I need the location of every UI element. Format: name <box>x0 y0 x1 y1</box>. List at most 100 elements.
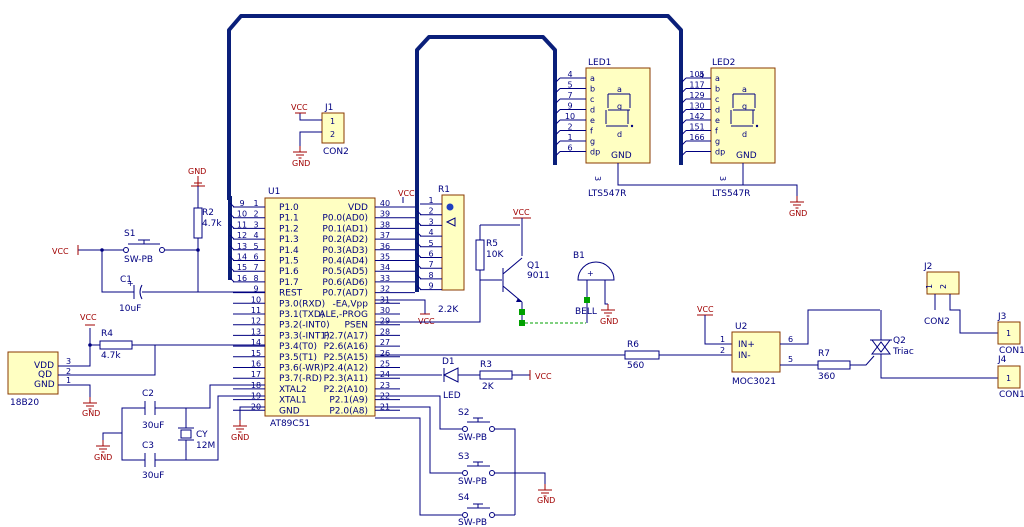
r4-value: 4.7k <box>101 351 121 361</box>
reset-circuit: GND R2 4.7k VCC S1 SW-PB + C1 10uF <box>52 167 265 314</box>
d1-value: LED <box>443 391 461 401</box>
u1-pin-num: 17 <box>251 370 261 379</box>
u1-pin-name: VDD <box>348 203 368 213</box>
u1-value: AT89C51 <box>270 419 310 429</box>
led-gnd-label: GND <box>789 209 807 218</box>
u1-pin-num: 38 <box>380 220 390 229</box>
j1-value: CON2 <box>323 147 349 157</box>
led1-pin-num: 10 <box>565 112 575 121</box>
ds18b20-gnd-label: GND <box>82 409 100 418</box>
led2-seg-label: c <box>715 95 719 104</box>
u1-pin-name: P1.2 <box>279 224 299 234</box>
led2-value: LTS547R <box>712 189 750 199</box>
j2-pin2: 2 <box>939 284 948 289</box>
r1-pin-num: 4 <box>428 228 433 237</box>
led1-gnd-label: GND <box>611 151 632 161</box>
r1-pin-num: 2 <box>428 207 433 216</box>
sw-gnd-label: GND <box>537 496 555 505</box>
u2-num1: 1 <box>720 335 725 344</box>
led1-ref: LED1 <box>588 58 611 68</box>
u1-pin-name: P1.4 <box>279 246 299 256</box>
led1-seg-label: d <box>590 106 595 115</box>
crystal-gnd-label: GND <box>94 453 112 462</box>
b1-value: BELL <box>575 307 597 317</box>
u1-pin-name: P1.3 <box>279 235 299 245</box>
d1-vcc-label: VCC <box>535 372 552 381</box>
r1-value: 2.2K <box>438 305 459 315</box>
ds18b20-pin-qd: QD <box>38 370 52 380</box>
led2-com-pin: 3 <box>718 176 727 181</box>
led1-digit-a: a <box>617 85 622 94</box>
s3-ref: S3 <box>458 452 469 462</box>
b1-ref: B1 <box>573 251 585 261</box>
b1-plus: + <box>587 269 594 278</box>
led1-seg-label: b <box>590 85 595 94</box>
u1-bus-num: 15 <box>237 263 247 272</box>
ds18b20-pin-gnd: GND <box>34 380 55 390</box>
s2-ref: S2 <box>458 408 469 418</box>
u1-pin-num: 13 <box>251 327 261 336</box>
u2-num6: 6 <box>788 335 793 344</box>
r7-ref: R7 <box>818 349 830 359</box>
u1-pin-name: P2.7(A17) <box>324 331 368 341</box>
led2-pin-num: 166 <box>689 133 704 142</box>
r2-ref: R2 <box>202 208 214 218</box>
q1-ref: Q1 <box>527 261 540 271</box>
r1-pin-num: 1 <box>428 196 433 205</box>
u1-pin-name: P2.1(A9) <box>329 396 368 406</box>
led1-pin-num: 2 <box>567 123 572 132</box>
ds18b20-value: 18B20 <box>10 398 39 408</box>
u1-pin-num: 1 <box>253 199 258 208</box>
cy-value: 12M <box>196 441 215 451</box>
triac-output: R6 560 VCC U2 MOC3021 IN+ IN- 1 2 6 5 R7… <box>375 262 1024 400</box>
u1-pin-num: 32 <box>380 285 390 294</box>
led1-digit-g: g <box>617 102 622 111</box>
led2-seg-label: dp <box>715 148 725 157</box>
u1-pin-name: P2.2(A10) <box>324 385 368 395</box>
led2-pin-num: 117 <box>689 81 704 90</box>
r1-pin-num: 5 <box>428 239 433 248</box>
j4-ref: J4 <box>997 355 1007 365</box>
c2-value: 30uF <box>142 421 164 431</box>
u1-vcc-label: VCC <box>398 189 415 198</box>
u1-pin-num: 10 <box>251 295 261 304</box>
u1-pin-num: 40 <box>380 199 390 208</box>
ds18b20-num3: 3 <box>66 357 71 366</box>
led2-seg-label: g <box>715 137 720 146</box>
led2-gnd-label: GND <box>736 151 757 161</box>
d1-ref: D1 <box>442 357 455 367</box>
r1-pin-num: 7 <box>428 260 433 269</box>
r1-pin-num: 3 <box>428 217 433 226</box>
led1-seg-label: g <box>590 137 595 146</box>
u1-pin-name: P1.1 <box>279 214 299 224</box>
led1-pin-num: 6 <box>567 144 572 153</box>
u1-pin-name: -EA,Vpp <box>332 299 368 309</box>
u1-pin-name: P3.4(T0) <box>279 342 317 352</box>
u2-ref: U2 <box>735 322 747 332</box>
u1-pin-name: P0.5(AD5) <box>322 267 368 277</box>
u1-pin-num: 26 <box>380 349 390 358</box>
u1-bus-num: 14 <box>237 253 247 262</box>
u1-pin-name: P0.4(AD4) <box>322 257 368 267</box>
s2-value: SW-PB <box>458 433 487 443</box>
u1-ref: U1 <box>268 187 280 197</box>
s1-ref: S1 <box>124 229 135 239</box>
cy-ref: CY <box>196 430 208 440</box>
r1-ref: R1 <box>438 185 450 195</box>
led2-seg-label: a <box>715 74 720 83</box>
led-indicator: VCC D1 LED R3 2K <box>375 357 552 401</box>
led1-pin-num: 5 <box>567 81 572 90</box>
r5-vcc-label: VCC <box>513 208 530 217</box>
u1-bus-num: 9 <box>239 199 244 208</box>
u2-pin-inplus: IN+ <box>738 340 755 350</box>
r1-pin-num: 9 <box>428 282 433 291</box>
s3-value: SW-PB <box>458 477 487 487</box>
u1-pin-num: 4 <box>253 231 258 240</box>
u1-pin-num: 16 <box>251 360 261 369</box>
c1-ref: C1 <box>120 275 132 285</box>
led2-seg-label: b <box>715 85 720 94</box>
led1-digit-d: d <box>617 130 622 139</box>
r3-ref: R3 <box>480 360 492 370</box>
r5-value: 10K <box>486 250 504 260</box>
u1-pin-name: P0.7(AD7) <box>322 289 368 299</box>
